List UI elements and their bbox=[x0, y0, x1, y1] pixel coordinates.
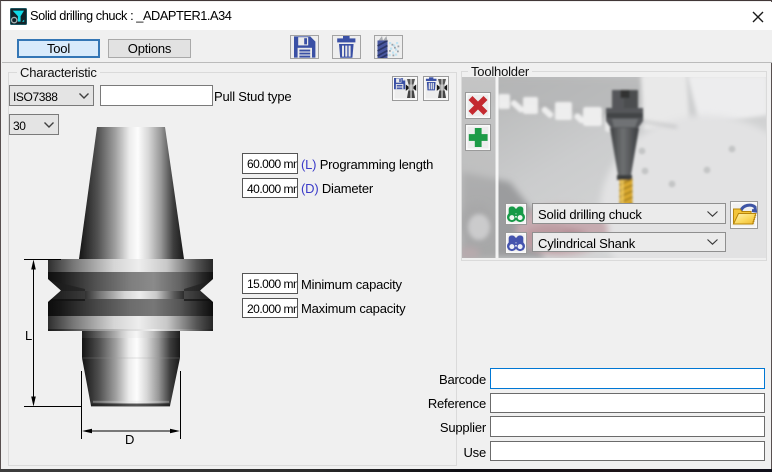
svg-text:D: D bbox=[125, 432, 134, 447]
svg-text:L: L bbox=[25, 328, 32, 343]
